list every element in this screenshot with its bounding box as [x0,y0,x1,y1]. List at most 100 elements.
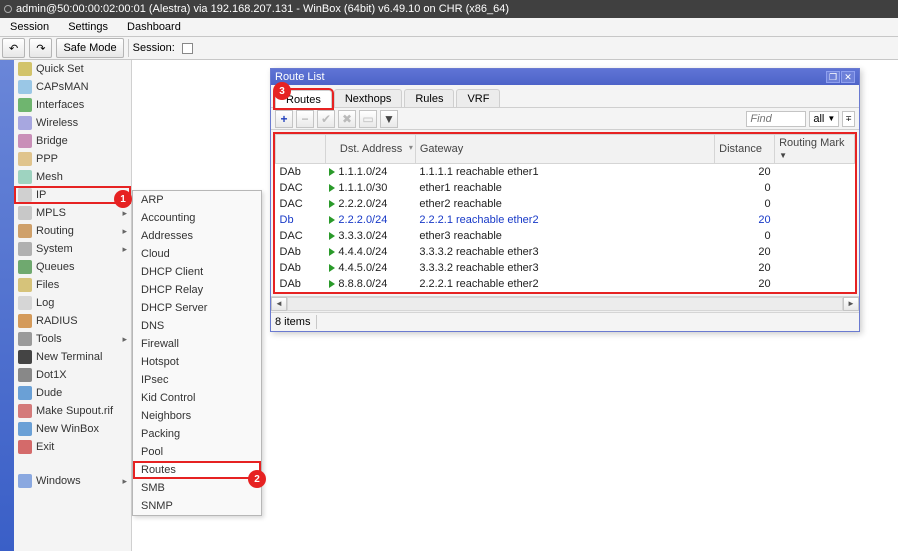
submenu-item-dhcp-relay[interactable]: DHCP Relay [133,281,261,299]
sidebar-item-queues[interactable]: Queues [14,258,131,276]
submenu-item-snmp[interactable]: SNMP [133,497,261,515]
tab-rules[interactable]: Rules [404,89,454,107]
menu-dashboard[interactable]: Dashboard [119,18,189,36]
submenu-item-neighbors[interactable]: Neighbors [133,407,261,425]
filter-value: all [813,113,824,125]
sidebar-item-interfaces[interactable]: Interfaces [14,96,131,114]
submenu-item-routes[interactable]: Routes [133,461,261,479]
sidebar-item-bridge[interactable]: Bridge [14,132,131,150]
submenu-item-dns[interactable]: DNS [133,317,261,335]
scroll-left-button[interactable]: ◄ [271,297,287,311]
submenu-item-firewall[interactable]: Firewall [133,335,261,353]
submenu-item-ipsec[interactable]: IPsec [133,371,261,389]
find-input[interactable] [746,111,806,127]
window-restore-button[interactable]: ❐ [826,71,840,83]
horizontal-scrollbar[interactable]: ◄ ► [271,296,859,312]
sidebar-item-label: MPLS [36,207,66,219]
disable-button[interactable]: ✖ [338,110,356,128]
table-row[interactable]: DAb4.4.4.0/243.3.3.2 reachable ether320 [276,244,855,260]
sidebar-item-tools[interactable]: Tools▸ [14,330,131,348]
annotation-badge-3: 3 [273,82,291,100]
col-gateway[interactable]: Gateway [415,135,714,164]
sidebar-item-label: IP [36,189,46,201]
sidebar-item-quick-set[interactable]: Quick Set [14,60,131,78]
scroll-track[interactable] [287,297,843,311]
col-flags[interactable] [276,135,326,164]
submenu-item-packing[interactable]: Packing [133,425,261,443]
sidebar-item-label: Dude [36,387,62,399]
active-route-icon [329,280,335,288]
sidebar: Quick SetCAPsMANInterfaces Wireless Bridge… [14,60,132,551]
undo-button[interactable]: ↶ [2,38,25,58]
sidebar-item-windows[interactable]: Windows▸ [14,472,131,490]
col-routing-mark[interactable]: Routing Mark ▼ [775,135,855,164]
menu-icon [18,278,32,292]
sidebar-item-exit[interactable]: Exit [14,438,131,456]
sidebar-item-label: Wireless [36,117,78,129]
sidebar-item-files[interactable]: Files [14,276,131,294]
redo-button[interactable]: ↷ [29,38,52,58]
sidebar-item-mesh[interactable]: Mesh [14,168,131,186]
menu-icon [18,188,32,202]
comment-button[interactable]: ▭ [359,110,377,128]
menu-icon [18,386,32,400]
submenu-item-pool[interactable]: Pool [133,443,261,461]
table-row[interactable]: DAC2.2.2.0/24ether2 reachable0 [276,196,855,212]
sidebar-item-wireless[interactable]: Wireless [14,114,131,132]
filter-combo[interactable]: all ▼ [809,111,839,127]
table-row[interactable]: DAb8.8.8.0/242.2.2.1 reachable ether220 [276,276,855,292]
table-row[interactable]: DAC1.1.1.0/30ether1 reachable0 [276,180,855,196]
submenu-item-dhcp-client[interactable]: DHCP Client [133,263,261,281]
table-row[interactable]: DAb4.4.5.0/243.3.3.2 reachable ether320 [276,260,855,276]
sidebar-item-make-supout-rif[interactable]: Make Supout.rif [14,402,131,420]
scroll-right-button[interactable]: ► [843,297,859,311]
sidebar-item-ppp[interactable]: PPP [14,150,131,168]
active-route-icon [329,168,335,176]
remove-button[interactable]: − [296,110,314,128]
sidebar-item-log[interactable]: Log [14,294,131,312]
session-checkbox[interactable] [182,43,193,54]
cell-dst: 4.4.4.0/24 [325,244,415,260]
sidebar-item-label: New WinBox [36,423,99,435]
sidebar-item-mpls[interactable]: MPLS▸ [14,204,131,222]
window-close-button[interactable]: ✕ [841,71,855,83]
filter-menu-button[interactable]: ∓ [842,111,855,127]
sidebar-item-radius[interactable]: RADIUS [14,312,131,330]
submenu-item-arp[interactable]: ARP [133,191,261,209]
sidebar-item-label: Log [36,297,54,309]
submenu-item-accounting[interactable]: Accounting [133,209,261,227]
filter-button[interactable]: ▼ [380,110,398,128]
table-row[interactable]: DAb1.1.1.0/241.1.1.1 reachable ether120 [276,164,855,180]
window-titlebar[interactable]: Route List ❐ ✕ [271,69,859,85]
menu-session[interactable]: Session [2,18,57,36]
sidebar-item-new-terminal[interactable]: New Terminal [14,348,131,366]
table-row[interactable]: DAC3.3.3.0/24ether3 reachable0 [276,228,855,244]
safe-mode-button[interactable]: Safe Mode [56,38,123,58]
menu-icon [18,242,32,256]
sidebar-item-dude[interactable]: Dude [14,384,131,402]
submenu-item-addresses[interactable]: Addresses [133,227,261,245]
col-dst-address[interactable]: Dst. Address▾ [325,135,415,164]
tab-nexthops[interactable]: Nexthops [334,89,402,107]
submenu-item-kid-control[interactable]: Kid Control [133,389,261,407]
sidebar-item-system[interactable]: System▸ [14,240,131,258]
sidebar-item-capsman[interactable]: CAPsMAN [14,78,131,96]
table-row[interactable]: Db2.2.2.0/242.2.2.1 reachable ether220 [276,212,855,228]
add-button[interactable]: + [275,110,293,128]
sidebar-item-new-winbox[interactable]: New WinBox [14,420,131,438]
submenu-item-hotspot[interactable]: Hotspot [133,353,261,371]
menu-icon [18,116,32,130]
active-route-icon [329,200,335,208]
submenu-item-smb[interactable]: SMB [133,479,261,497]
sidebar-item-routing[interactable]: Routing▸ [14,222,131,240]
cell-distance: 20 [715,260,775,276]
cell-distance: 20 [715,164,775,180]
enable-button[interactable]: ✔ [317,110,335,128]
tab-vrf[interactable]: VRF [456,89,500,107]
submenu-item-cloud[interactable]: Cloud [133,245,261,263]
cell-dst: 3.3.3.0/24 [325,228,415,244]
menu-settings[interactable]: Settings [60,18,116,36]
col-distance[interactable]: Distance [715,135,775,164]
submenu-item-dhcp-server[interactable]: DHCP Server [133,299,261,317]
sidebar-item-dot1x[interactable]: Dot1X [14,366,131,384]
